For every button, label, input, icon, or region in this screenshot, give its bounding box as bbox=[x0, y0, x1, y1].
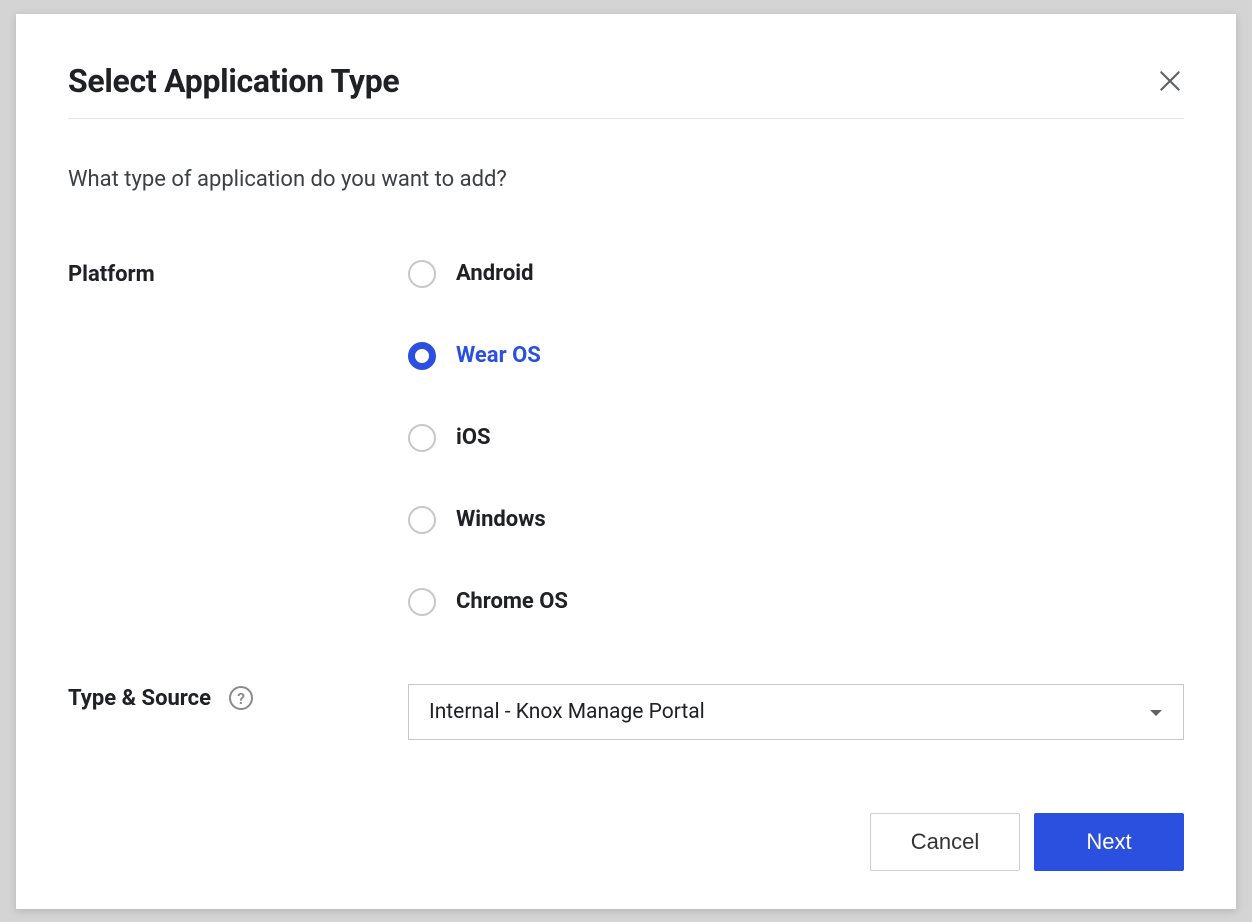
radio-icon bbox=[408, 506, 436, 534]
chevron-down-icon bbox=[1149, 700, 1163, 724]
type-source-label: Type & Source ? bbox=[68, 684, 408, 711]
platform-field: Platform Android Wear OS iOS Windows Chr… bbox=[68, 260, 1184, 616]
radio-label: Windows bbox=[456, 507, 546, 532]
radio-icon bbox=[408, 260, 436, 288]
cancel-button[interactable]: Cancel bbox=[870, 813, 1020, 871]
dialog-footer: Cancel Next bbox=[68, 813, 1184, 871]
radio-label: Wear OS bbox=[456, 343, 541, 368]
platform-options: Android Wear OS iOS Windows Chrome OS bbox=[408, 260, 568, 616]
type-source-select[interactable]: Internal - Knox Manage Portal bbox=[408, 684, 1184, 740]
type-source-field: Type & Source ? Internal - Knox Manage P… bbox=[68, 684, 1184, 740]
select-application-type-dialog: Select Application Type What type of app… bbox=[16, 14, 1236, 909]
platform-label: Platform bbox=[68, 260, 408, 287]
platform-option-chrome-os[interactable]: Chrome OS bbox=[408, 588, 568, 616]
platform-option-windows[interactable]: Windows bbox=[408, 506, 568, 534]
help-icon[interactable]: ? bbox=[229, 686, 253, 710]
next-button[interactable]: Next bbox=[1034, 813, 1184, 871]
platform-option-android[interactable]: Android bbox=[408, 260, 568, 288]
dialog-header: Select Application Type bbox=[68, 62, 1184, 119]
close-icon[interactable] bbox=[1156, 67, 1184, 95]
radio-label: Android bbox=[456, 261, 534, 286]
type-source-label-text: Type & Source bbox=[68, 686, 211, 711]
radio-icon bbox=[408, 588, 436, 616]
dialog-question: What type of application do you want to … bbox=[68, 167, 1184, 192]
dialog-title: Select Application Type bbox=[68, 62, 399, 100]
radio-icon bbox=[408, 424, 436, 452]
radio-icon bbox=[408, 342, 436, 370]
radio-label: Chrome OS bbox=[456, 589, 568, 614]
radio-label: iOS bbox=[456, 425, 491, 450]
type-source-selected-value: Internal - Knox Manage Portal bbox=[429, 700, 705, 724]
platform-option-ios[interactable]: iOS bbox=[408, 424, 568, 452]
platform-option-wear-os[interactable]: Wear OS bbox=[408, 342, 568, 370]
